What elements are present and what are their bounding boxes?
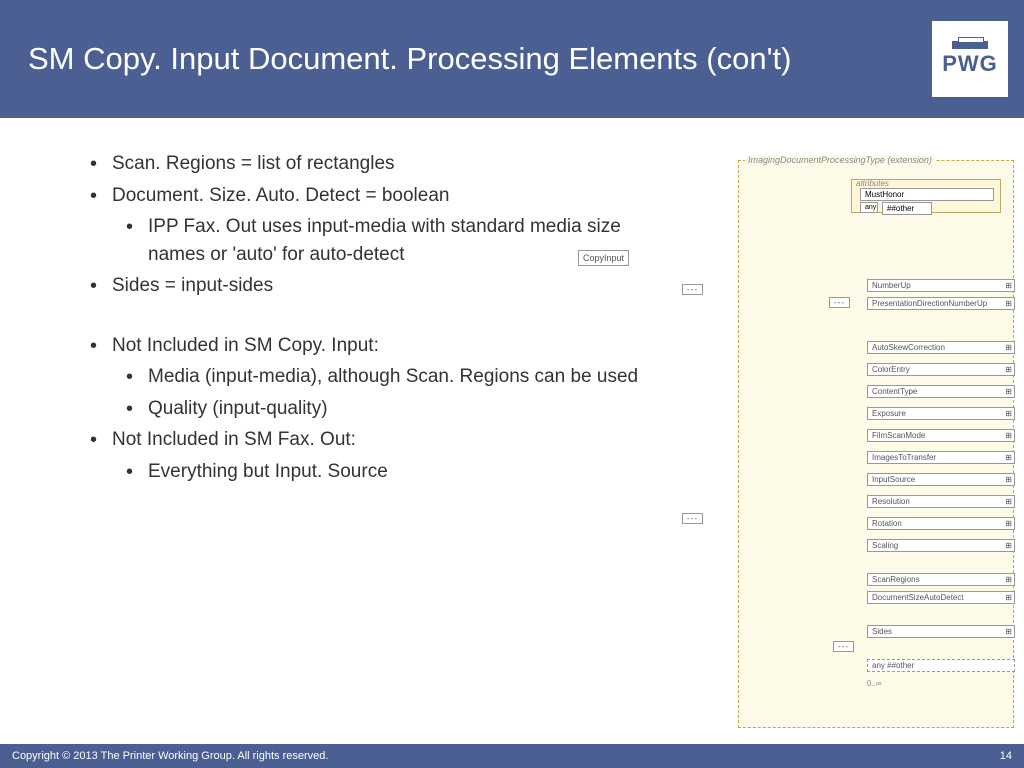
diagram-cardinality: 0..∞ — [867, 679, 882, 688]
diagram-element: InputSource⊞ — [867, 473, 1015, 486]
bullet-content: Scan. Regions = list of rectangles Docum… — [90, 150, 650, 489]
diagram-element: AutoSkewCorrection⊞ — [867, 341, 1015, 354]
bullet: Document. Size. Auto. Detect = boolean I… — [90, 182, 650, 269]
diagram-attr-any: any — [860, 202, 878, 213]
schema-diagram: CopyInput --- --- ImagingDocumentProcess… — [656, 160, 1016, 730]
diagram-element: Sides⊞ — [867, 625, 1015, 638]
sub-bullet: Quality (input-quality) — [126, 395, 650, 423]
slide-header: SM Copy. Input Document. Processing Elem… — [0, 0, 1024, 118]
bullet: Scan. Regions = list of rectangles — [90, 150, 650, 178]
bullet-text: Document. Size. Auto. Detect = boolean — [112, 185, 449, 206]
diagram-attr-anyother: ##other — [882, 202, 932, 215]
expand-icon: ⊞ — [1005, 365, 1012, 374]
bullet: Sides = input-sides — [90, 272, 650, 300]
compositor-icon: --- — [682, 513, 703, 524]
pwg-logo: PWG — [932, 21, 1008, 97]
bullet: Not Included in SM Fax. Out: Everything … — [90, 426, 650, 485]
expand-icon: ⊞ — [1005, 475, 1012, 484]
compositor-icon: --- — [829, 297, 850, 308]
expand-icon: ⊞ — [1005, 519, 1012, 528]
diagram-element: Exposure⊞ — [867, 407, 1015, 420]
diagram-element: NumberUp⊞ — [867, 279, 1015, 292]
sub-bullet: Media (input-media), although Scan. Regi… — [126, 363, 650, 391]
diagram-element: Resolution⊞ — [867, 495, 1015, 508]
compositor-icon: --- — [833, 641, 854, 652]
diagram-element-any: any ##other — [867, 659, 1015, 672]
diagram-element: Rotation⊞ — [867, 517, 1015, 530]
attributes-label: attributes — [856, 179, 889, 188]
footer-page-number: 14 — [1000, 750, 1012, 762]
expand-icon: ⊞ — [1005, 409, 1012, 418]
diagram-element: ContentType⊞ — [867, 385, 1015, 398]
expand-icon: ⊞ — [1005, 593, 1012, 602]
expand-icon: ⊞ — [1005, 343, 1012, 352]
diagram-element: FilmScanMode⊞ — [867, 429, 1015, 442]
expand-icon: ⊞ — [1005, 627, 1012, 636]
diagram-element: PresentationDirectionNumberUp⊞ — [867, 297, 1015, 310]
expand-icon: ⊞ — [1005, 497, 1012, 506]
sub-bullet: IPP Fax. Out uses input-media with stand… — [126, 213, 650, 268]
diagram-extension-title: ImagingDocumentProcessingType (extension… — [745, 155, 935, 165]
compositor-icon: --- — [682, 284, 703, 295]
expand-icon: ⊞ — [1005, 299, 1012, 308]
expand-icon: ⊞ — [1005, 281, 1012, 290]
diagram-attr-musthonor: MustHonor — [860, 188, 994, 201]
logo-text: PWG — [942, 51, 998, 77]
slide-footer: Copyright © 2013 The Printer Working Gro… — [0, 744, 1024, 768]
expand-icon: ⊞ — [1005, 575, 1012, 584]
footer-copyright: Copyright © 2013 The Printer Working Gro… — [12, 750, 328, 762]
diagram-element: DocumentSizeAutoDetect⊞ — [867, 591, 1015, 604]
diagram-element: ImagesToTransfer⊞ — [867, 451, 1015, 464]
diagram-extension-box: ImagingDocumentProcessingType (extension… — [738, 160, 1014, 728]
slide-title: SM Copy. Input Document. Processing Elem… — [28, 39, 791, 79]
diagram-element: Scaling⊞ — [867, 539, 1015, 552]
printer-icon — [952, 41, 988, 49]
expand-icon: ⊞ — [1005, 387, 1012, 396]
diagram-attributes-box: attributes MustHonor any ##other — [851, 179, 1001, 213]
diagram-node-copyinput: CopyInput — [578, 250, 629, 266]
expand-icon: ⊞ — [1005, 453, 1012, 462]
bullet-text: Not Included in SM Copy. Input: — [112, 335, 379, 356]
sub-bullet: Everything but Input. Source — [126, 458, 650, 486]
diagram-element: ScanRegions⊞ — [867, 573, 1015, 586]
expand-icon: ⊞ — [1005, 431, 1012, 440]
diagram-element: ColorEntry⊞ — [867, 363, 1015, 376]
expand-icon: ⊞ — [1005, 541, 1012, 550]
bullet-text: Not Included in SM Fax. Out: — [112, 429, 356, 450]
bullet: Not Included in SM Copy. Input: Media (i… — [90, 332, 650, 423]
